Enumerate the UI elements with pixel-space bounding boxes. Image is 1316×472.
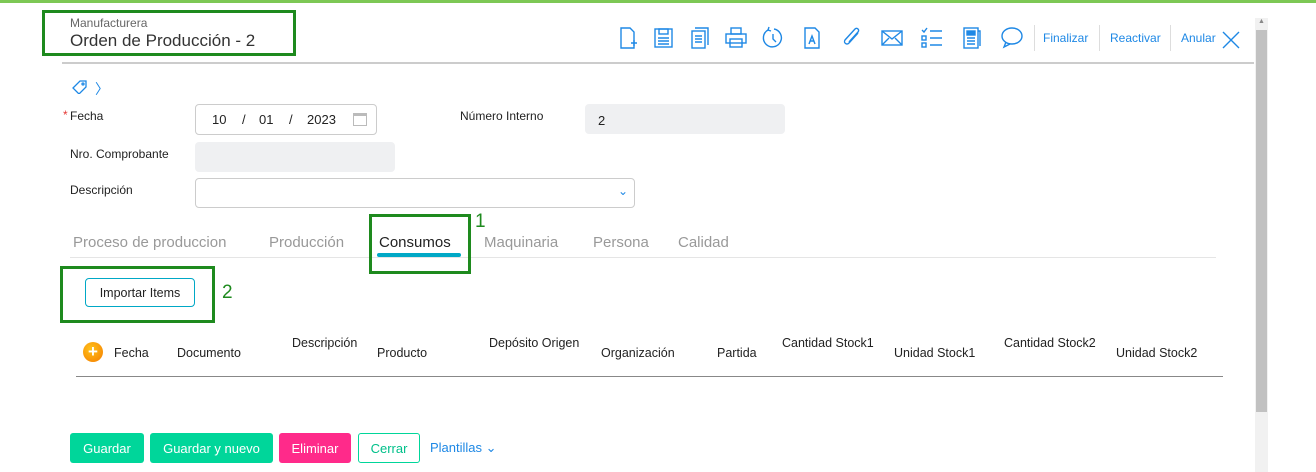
comment-icon[interactable] — [1000, 26, 1024, 50]
scrollbar-up-arrow[interactable]: ▲ — [1255, 18, 1268, 30]
tab-proceso[interactable]: Proceso de produccion — [73, 234, 226, 251]
close-icon[interactable] — [1221, 30, 1241, 50]
scrollbar[interactable]: ▲ — [1255, 18, 1268, 472]
tabs-divider — [70, 257, 1216, 258]
column-header: Unidad Stock2 — [1116, 346, 1198, 360]
numero-interno-field: 2 — [585, 104, 785, 134]
column-header: Producto — [377, 346, 428, 360]
toolbar-divider — [1170, 25, 1171, 51]
column-header: Partida — [717, 346, 757, 360]
tab-maquinaria[interactable]: Maquinaria — [484, 234, 558, 251]
chevron-down-icon: ⌄ — [482, 440, 497, 455]
scrollbar-thumb[interactable] — [1256, 30, 1267, 412]
copy-icon[interactable] — [688, 26, 712, 50]
anular-button[interactable]: Anular — [1181, 31, 1216, 45]
cerrar-button[interactable]: Cerrar — [358, 433, 420, 463]
reactivar-button[interactable]: Reactivar — [1110, 31, 1161, 45]
highlight-import — [60, 266, 215, 323]
highlight-title — [42, 10, 296, 56]
report-icon[interactable] — [800, 26, 824, 50]
add-row-button[interactable]: + — [83, 342, 103, 362]
toolbar-divider — [1034, 25, 1035, 51]
email-icon[interactable] — [880, 26, 904, 50]
descripcion-label: Descripción — [70, 183, 133, 197]
checklist-icon[interactable] — [920, 26, 944, 50]
descripcion-select[interactable]: ⌄ — [195, 178, 635, 208]
fecha-day[interactable]: 10 — [212, 112, 242, 127]
column-header: Unidad Stock1 — [894, 346, 976, 360]
finalizar-button[interactable]: Finalizar — [1043, 31, 1088, 45]
required-mark: * — [63, 108, 68, 122]
table-header-divider — [76, 376, 1223, 377]
annotation-2: 2 — [222, 282, 233, 303]
tag-icon[interactable] — [72, 80, 88, 95]
attach-icon[interactable] — [840, 26, 864, 50]
annotation-1: 1 — [475, 211, 486, 232]
chevron-right-icon[interactable]: 〉 — [95, 79, 109, 99]
highlight-tab — [369, 214, 471, 274]
history-icon[interactable] — [760, 26, 784, 50]
calendar-icon[interactable] — [353, 113, 367, 126]
chevron-down-icon[interactable]: ⌄ — [618, 184, 628, 198]
column-header: Cantidad Stock2 — [1004, 336, 1096, 350]
toolbar-divider — [1099, 25, 1100, 51]
column-header: Documento — [177, 346, 241, 360]
nro-comprobante-label: Nro. Comprobante — [70, 147, 169, 161]
document-view-icon[interactable] — [960, 26, 984, 50]
eliminar-button[interactable]: Eliminar — [279, 433, 351, 463]
column-header: Organización — [601, 346, 675, 360]
nro-comprobante-field — [195, 142, 395, 172]
column-header: Cantidad Stock1 — [782, 336, 874, 350]
tab-persona[interactable]: Persona — [593, 234, 649, 251]
fecha-month[interactable]: 01 — [259, 112, 289, 127]
plantillas-dropdown[interactable]: Plantillas ⌄ — [430, 440, 497, 456]
date-separator: / — [242, 112, 246, 127]
plantillas-label: Plantillas — [430, 440, 483, 455]
guardar-y-nuevo-button[interactable]: Guardar y nuevo — [150, 433, 273, 463]
new-document-icon[interactable] — [616, 26, 640, 50]
fecha-label: Fecha — [70, 109, 104, 123]
print-icon[interactable] — [724, 26, 748, 50]
date-separator: / — [289, 112, 293, 127]
column-header: Descripción — [292, 336, 358, 350]
column-header: Fecha — [114, 346, 149, 360]
guardar-button[interactable]: Guardar — [70, 433, 144, 463]
top-accent-line — [0, 0, 1316, 3]
fecha-year[interactable]: 2023 — [307, 112, 353, 127]
header-divider — [62, 62, 1254, 64]
tab-calidad[interactable]: Calidad — [678, 234, 729, 251]
save-icon[interactable] — [652, 26, 676, 50]
numero-interno-label: Número Interno — [460, 109, 544, 123]
fecha-input[interactable]: 10 / 01 / 2023 — [195, 104, 377, 135]
column-header: Depósito Origen — [489, 336, 580, 350]
tab-produccion[interactable]: Producción — [269, 234, 344, 251]
